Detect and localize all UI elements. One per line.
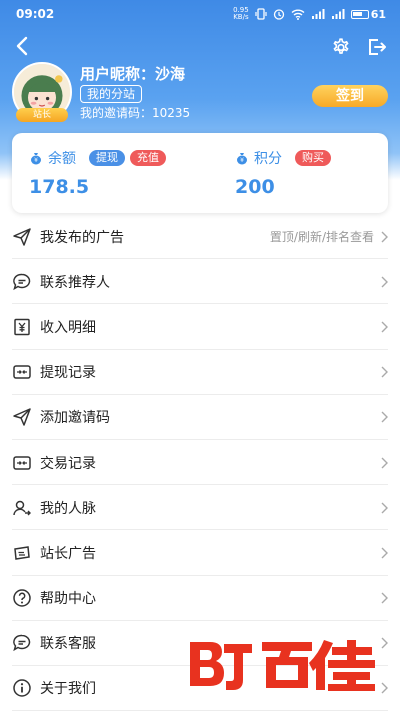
money-bag-icon: ¥ xyxy=(237,153,247,165)
invite-code-label: 我的邀请码： xyxy=(80,106,153,120)
battery-indicator: 61 xyxy=(350,8,386,21)
menu-label: 我的人脉 xyxy=(40,500,96,517)
menu-label: 站长广告 xyxy=(40,545,96,562)
card-transfer-icon xyxy=(13,455,31,470)
points-value: 200 xyxy=(235,176,275,198)
signal-icon-2 xyxy=(331,9,345,19)
menu-item-help-center[interactable]: 帮助中心 xyxy=(0,576,400,621)
wallet-card: ¥ 余额 提现 充值 178.5 ¥ 积分 购买 200 xyxy=(12,133,388,213)
wifi-icon xyxy=(291,9,305,20)
gear-icon[interactable] xyxy=(330,36,352,58)
watermark-logo xyxy=(190,640,375,691)
menu-label: 添加邀请码 xyxy=(40,410,110,427)
invite-code-value: 10235 xyxy=(152,106,191,120)
vibrate-icon xyxy=(255,8,267,20)
alarm-icon xyxy=(273,9,284,20)
points-title-row: ¥ 积分 购买 xyxy=(235,148,331,168)
menu-item-my-ads[interactable]: 我发布的广告 置顶/刷新/排名查看 xyxy=(0,214,400,260)
chevron-right-icon xyxy=(381,547,388,559)
menu-item-withdraw-records[interactable]: 提现记录 xyxy=(0,350,400,395)
recharge-button[interactable]: 充值 xyxy=(130,150,166,166)
menu-hint: 置顶/刷新/排名查看 xyxy=(269,230,374,245)
chevron-right-icon xyxy=(381,457,388,469)
menu-label: 我发布的广告 xyxy=(40,229,124,246)
paper-plane-icon xyxy=(13,408,31,427)
chevron-right-icon xyxy=(381,366,388,378)
points-label: 积分 xyxy=(254,151,282,167)
ticket-icon xyxy=(14,546,30,560)
chevron-right-icon xyxy=(381,231,388,243)
menu-label: 交易记录 xyxy=(40,455,96,472)
logout-icon[interactable] xyxy=(366,36,388,58)
menu-item-contact-referrer[interactable]: 联系推荐人 xyxy=(0,259,400,305)
chevron-right-icon xyxy=(381,502,388,514)
paper-plane-icon xyxy=(13,227,31,246)
svg-text:¥: ¥ xyxy=(34,157,38,164)
chat-bubble-icon xyxy=(13,273,31,290)
points-section: ¥ 积分 购买 200 xyxy=(200,133,388,213)
menu-label: 帮助中心 xyxy=(40,591,96,608)
question-icon xyxy=(13,589,31,607)
nickname-row: 用户昵称：沙海 xyxy=(80,63,185,84)
menu-label: 联系推荐人 xyxy=(40,274,110,291)
top-nav xyxy=(0,34,400,60)
chevron-right-icon xyxy=(381,637,388,649)
status-time: 09:02 xyxy=(16,7,55,21)
my-branch-button[interactable]: 我的分站 xyxy=(80,85,143,103)
balance-value: 178.5 xyxy=(29,176,90,198)
menu-item-transaction-records[interactable]: 交易记录 xyxy=(0,440,400,486)
info-icon xyxy=(13,679,31,698)
chevron-right-icon xyxy=(381,592,388,604)
balance-section: ¥ 余额 提现 充值 178.5 xyxy=(12,133,200,213)
checkin-button[interactable]: 签到 xyxy=(312,85,388,107)
menu-item-my-network[interactable]: 我的人脉 xyxy=(0,485,400,531)
status-icons: 0.95 KB/s 61 xyxy=(233,7,386,21)
svg-text:¥: ¥ xyxy=(240,157,244,164)
nickname-value: 沙海 xyxy=(155,65,186,83)
buy-points-button[interactable]: 购买 xyxy=(295,150,331,166)
nickname-label: 用户昵称： xyxy=(80,65,156,83)
role-badge: 站长 xyxy=(16,108,68,122)
yuan-icon xyxy=(14,318,30,336)
withdraw-button[interactable]: 提现 xyxy=(89,150,125,166)
back-arrow-icon[interactable] xyxy=(12,34,34,58)
menu-item-add-invite-code[interactable]: 添加邀请码 xyxy=(0,395,400,441)
card-transfer-icon xyxy=(13,365,31,379)
menu-item-station-ads[interactable]: 站长广告 xyxy=(0,530,400,576)
menu-label: 提现记录 xyxy=(40,365,96,382)
chevron-right-icon xyxy=(381,321,388,333)
battery-icon xyxy=(350,9,369,19)
net-speed: 0.95 KB/s xyxy=(233,6,249,21)
chevron-right-icon xyxy=(381,682,388,694)
chevron-right-icon xyxy=(381,411,388,423)
chevron-right-icon xyxy=(381,276,388,288)
menu-label: 收入明细 xyxy=(40,319,96,336)
balance-label: 余额 xyxy=(48,151,76,167)
balance-title-row: ¥ 余额 提现 充值 xyxy=(29,148,166,168)
avatar-container[interactable]: 站长 xyxy=(12,62,72,122)
invite-code-row: 我的邀请码：10235 xyxy=(80,104,190,121)
signal-icon xyxy=(311,9,325,19)
menu-item-income-details[interactable]: 收入明细 xyxy=(0,304,400,350)
money-bag-icon: ¥ xyxy=(31,153,41,165)
status-bar: 09:02 0.95 KB/s 61 xyxy=(0,0,400,28)
user-share-icon xyxy=(13,500,31,516)
chat-bubble-icon xyxy=(13,635,31,652)
